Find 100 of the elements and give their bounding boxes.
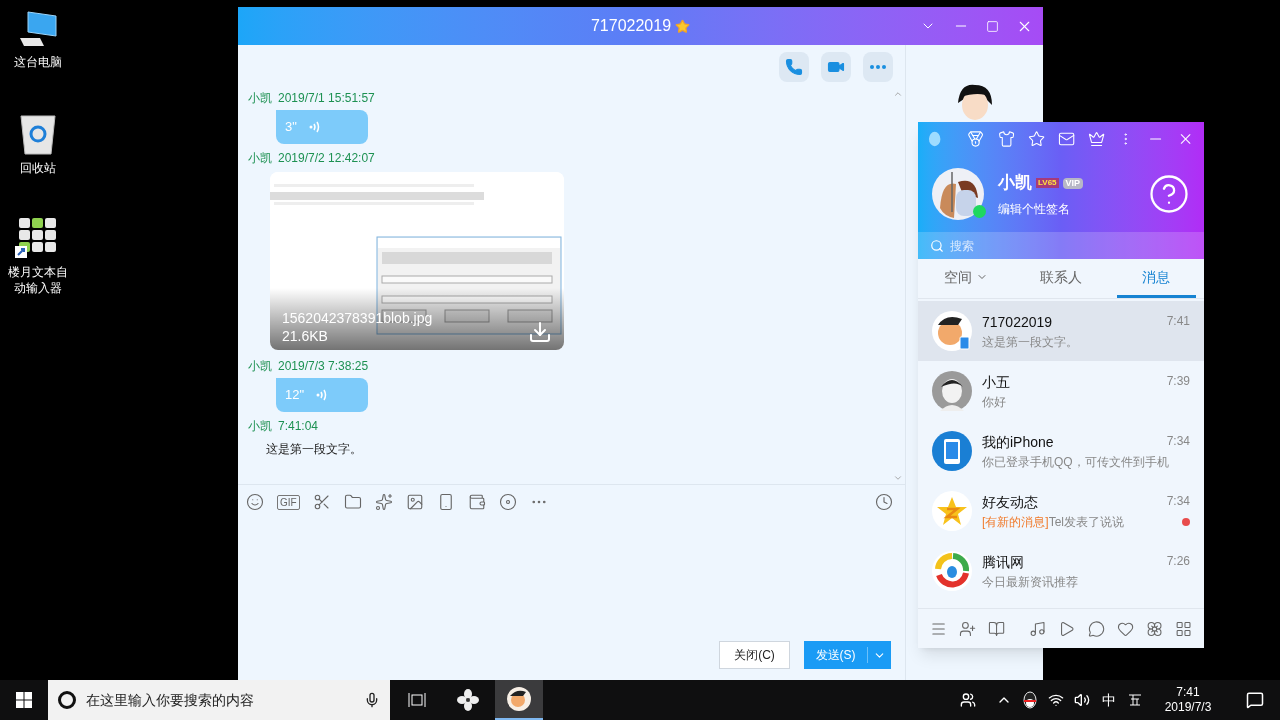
cartoon-avatar — [932, 311, 972, 351]
wallet-icon[interactable] — [467, 493, 486, 511]
star-icon[interactable] — [1027, 130, 1045, 148]
search-icon — [930, 238, 944, 253]
microphone-icon — [364, 692, 380, 708]
conversation-item[interactable]: 腾讯网 7:26 今日最新资讯推荐 — [918, 541, 1204, 601]
history-icon[interactable] — [875, 493, 893, 511]
conversation-time: 7:34 — [1166, 432, 1190, 450]
shirt-icon[interactable] — [997, 130, 1015, 148]
conversation-name: 腾讯网 — [982, 552, 1024, 572]
scissors-icon[interactable] — [312, 493, 331, 511]
task-view-icon — [408, 692, 426, 708]
fan-icon — [457, 689, 479, 711]
conversation-item[interactable]: 717022019 7:41 这是第一段文字。 — [918, 301, 1204, 361]
conversation-item[interactable]: 小五 7:39 你好 — [918, 361, 1204, 421]
conversation-preview: 这是第一段文字。 — [982, 333, 1078, 351]
mail-icon[interactable] — [1057, 130, 1076, 148]
sound-wave-icon — [316, 388, 329, 402]
add-friend-icon[interactable] — [959, 619, 977, 638]
search-placeholder: 搜索 — [950, 237, 974, 255]
image-file-name: 1562042378391blob.jpg — [282, 309, 434, 327]
conversation-time: 7:26 — [1166, 552, 1190, 570]
tab[interactable]: 空间 — [926, 259, 1006, 298]
search-placeholder: 在这里输入你要搜索的内容 — [86, 690, 255, 710]
chat-icon[interactable] — [1087, 619, 1105, 638]
gif-button[interactable]: GIF — [277, 494, 300, 510]
taskbar-app[interactable] — [495, 680, 543, 720]
more-button[interactable] — [863, 51, 893, 82]
voice-duration: 12" — [285, 386, 305, 405]
star-avatar — [932, 491, 972, 531]
sender-name: 小凯 — [248, 150, 272, 166]
image-file-size: 21.6KB — [282, 327, 329, 345]
vip-badge: VIP — [1062, 177, 1084, 189]
close-button[interactable]: 关闭(C) — [719, 641, 790, 669]
new-message-tag: [有新的消息] — [982, 512, 1049, 531]
message-time: 2019/7/3 7:38:25 — [278, 358, 369, 374]
desktop-icon-label[interactable]: 楼月文本自动输入器 — [0, 264, 75, 296]
message-time: 7:41:04 — [278, 418, 319, 434]
notification-icon[interactable] — [1246, 691, 1264, 709]
music-icon[interactable] — [1029, 619, 1047, 638]
message-text: 这是第一段文字。 — [266, 441, 362, 458]
input-method-indicator[interactable]: 中 — [1100, 689, 1118, 711]
conversation-time: 7:41 — [1166, 312, 1190, 330]
download-icon[interactable] — [528, 320, 552, 344]
sparkle-icon[interactable] — [374, 493, 393, 511]
play-icon[interactable] — [1058, 619, 1076, 638]
user-avatar[interactable] — [932, 168, 984, 220]
voice-duration: 3" — [285, 118, 297, 137]
flower-icon[interactable] — [1145, 619, 1163, 638]
folder-icon[interactable] — [343, 493, 362, 511]
message-time: 2019/7/2 12:42:07 — [278, 150, 375, 166]
conversation-preview: Tel发表了说说 — [1048, 513, 1124, 531]
emoji-icon[interactable] — [246, 493, 264, 511]
desktop-icon-label[interactable]: 这台电脑 — [9, 54, 66, 70]
phone-avatar — [932, 431, 972, 471]
clock-time[interactable]: 7:41 — [1176, 685, 1200, 700]
ring-avatar — [932, 551, 972, 591]
network-icon[interactable] — [1048, 692, 1064, 708]
conversation-item[interactable]: 好友动态 7:34 [有新的消息]Tel发表了说说 — [918, 481, 1204, 541]
medal-icon[interactable] — [967, 130, 985, 148]
tab[interactable]: 消息 — [1116, 259, 1196, 298]
book-icon[interactable] — [988, 619, 1006, 638]
cloud-question-icon[interactable] — [1148, 173, 1190, 215]
maximize-icon[interactable] — [986, 19, 999, 33]
level-badge: LV65 — [1036, 178, 1059, 188]
windows-start-icon[interactable] — [16, 692, 32, 708]
phone-call-button[interactable] — [779, 51, 809, 82]
user-name: 小凯 — [998, 172, 1032, 195]
person-avatar — [932, 371, 972, 411]
conversation-time: 7:39 — [1166, 372, 1190, 390]
conversation-time: 7:34 — [1166, 492, 1190, 510]
conversation-name: 我的iPhone — [982, 432, 1054, 452]
conversation-name: 小五 — [982, 372, 1010, 392]
signature-text[interactable]: 编辑个性签名 — [998, 199, 1134, 218]
video-call-button[interactable] — [821, 51, 851, 82]
window-title: 717022019 — [590, 16, 672, 36]
tab[interactable]: 联系人 — [1021, 259, 1101, 298]
input-mode-icon[interactable] — [1128, 693, 1142, 707]
qq-app-icon — [507, 687, 531, 711]
taskbar-search-field[interactable]: 在这里输入你要搜索的内容 — [48, 680, 390, 720]
music-icon[interactable] — [498, 493, 517, 511]
crown-icon[interactable] — [1088, 130, 1106, 148]
sender-name: 小凯 — [248, 358, 272, 374]
conversation-preview: 你已登录手机QQ，可传文件到手机 — [982, 453, 1169, 471]
sound-wave-icon — [308, 120, 321, 134]
desktop-icon-label[interactable]: 回收站 — [15, 160, 60, 176]
cortana-icon — [58, 691, 76, 709]
image-icon[interactable] — [405, 493, 424, 511]
conversation-preview: 你好 — [982, 393, 1006, 411]
conversation-item[interactable]: 我的iPhone 7:34 你已登录手机QQ，可传文件到手机 — [918, 421, 1204, 481]
phone-icon — [785, 57, 803, 76]
apps-icon[interactable] — [1174, 619, 1192, 638]
conversation-name: 717022019 — [982, 312, 1053, 332]
clock-date[interactable]: 2019/7/3 — [1164, 700, 1212, 715]
sender-name: 小凯 — [248, 418, 272, 434]
more-icon — [870, 64, 886, 69]
conversation-name: 好友动态 — [982, 492, 1038, 512]
volume-icon[interactable] — [1074, 692, 1090, 708]
people-icon[interactable] — [960, 692, 976, 708]
sender-name: 小凯 — [248, 90, 272, 106]
